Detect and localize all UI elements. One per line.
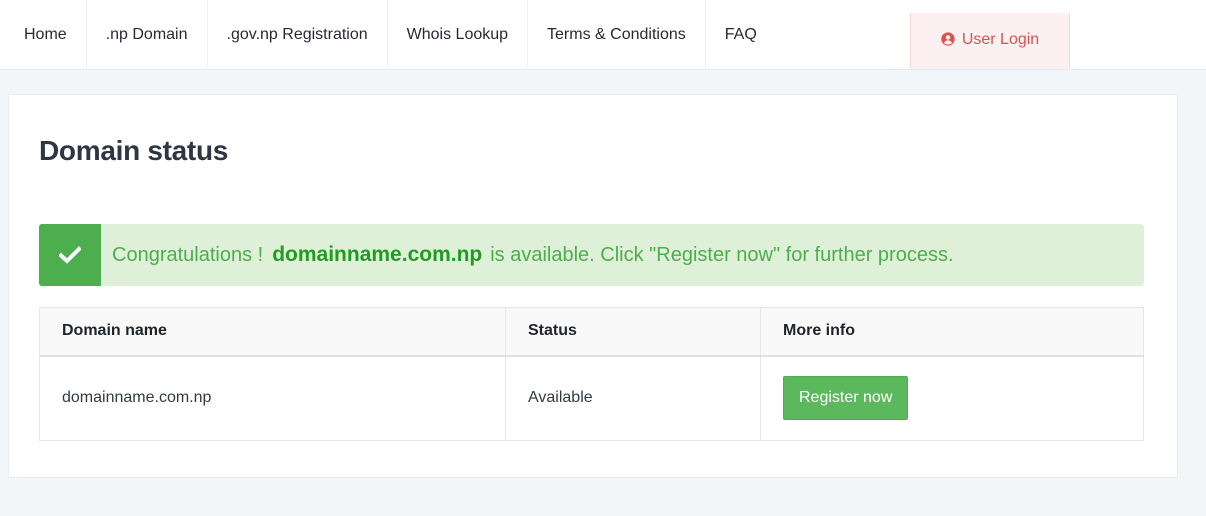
alert-icon-box <box>39 224 101 286</box>
user-circle-icon <box>941 32 955 46</box>
alert-suffix: is available. Click "Register now" for f… <box>490 244 954 266</box>
domain-status-card: Domain status Congratulations ! domainnam… <box>8 94 1178 478</box>
cell-more-info: Register now <box>760 355 1144 441</box>
success-alert: Congratulations ! domainname.com.np is ava… <box>39 224 1144 286</box>
alert-prefix: Congratulations ! <box>112 244 264 266</box>
register-now-button[interactable]: Register now <box>783 376 909 421</box>
top-navigation: Home .np Domain .gov.np Registration Who… <box>0 0 1206 70</box>
table-header: Domain name Status More info <box>39 307 1144 357</box>
cell-status: Available <box>505 355 761 441</box>
header-more-info: More info <box>760 307 1144 357</box>
nav-item-home[interactable]: Home <box>12 0 87 70</box>
alert-domain: domainname.com.np <box>272 243 483 266</box>
alert-message: Congratulations ! domainname.com.np is ava… <box>101 243 954 267</box>
nav-item-label: FAQ <box>724 26 757 43</box>
nav-item-label: Whois Lookup <box>406 26 509 43</box>
nav-item-gov-np-registration[interactable]: .gov.np Registration <box>208 0 388 70</box>
domain-status-table: Domain name Status More info domainname.… <box>39 307 1144 441</box>
table-header-row: Domain name Status More info <box>39 307 1144 357</box>
user-login-button[interactable]: User Login <box>910 13 1070 69</box>
nav-item-np-domain[interactable]: .np Domain <box>87 0 208 70</box>
nav-item-faq[interactable]: FAQ <box>706 0 776 70</box>
table-row: domainname.com.np Available Register now <box>39 355 1144 441</box>
page-title: Domain status <box>39 135 229 166</box>
cell-domain-name: domainname.com.np <box>39 355 506 441</box>
table-body: domainname.com.np Available Register now <box>39 355 1144 441</box>
nav-item-label: Terms & Conditions <box>547 26 686 43</box>
nav-item-label: .gov.np Registration <box>226 26 368 43</box>
nav-item-label: .np Domain <box>105 26 188 43</box>
user-login-label: User Login <box>961 31 1040 48</box>
header-status: Status <box>505 307 761 357</box>
nav-item-label: Home <box>24 26 67 43</box>
nav-item-terms-conditions[interactable]: Terms & Conditions <box>528 0 706 70</box>
checkmark-icon <box>59 246 81 264</box>
header-domain-name: Domain name <box>39 307 506 357</box>
nav-item-whois-lookup[interactable]: Whois Lookup <box>388 0 529 70</box>
